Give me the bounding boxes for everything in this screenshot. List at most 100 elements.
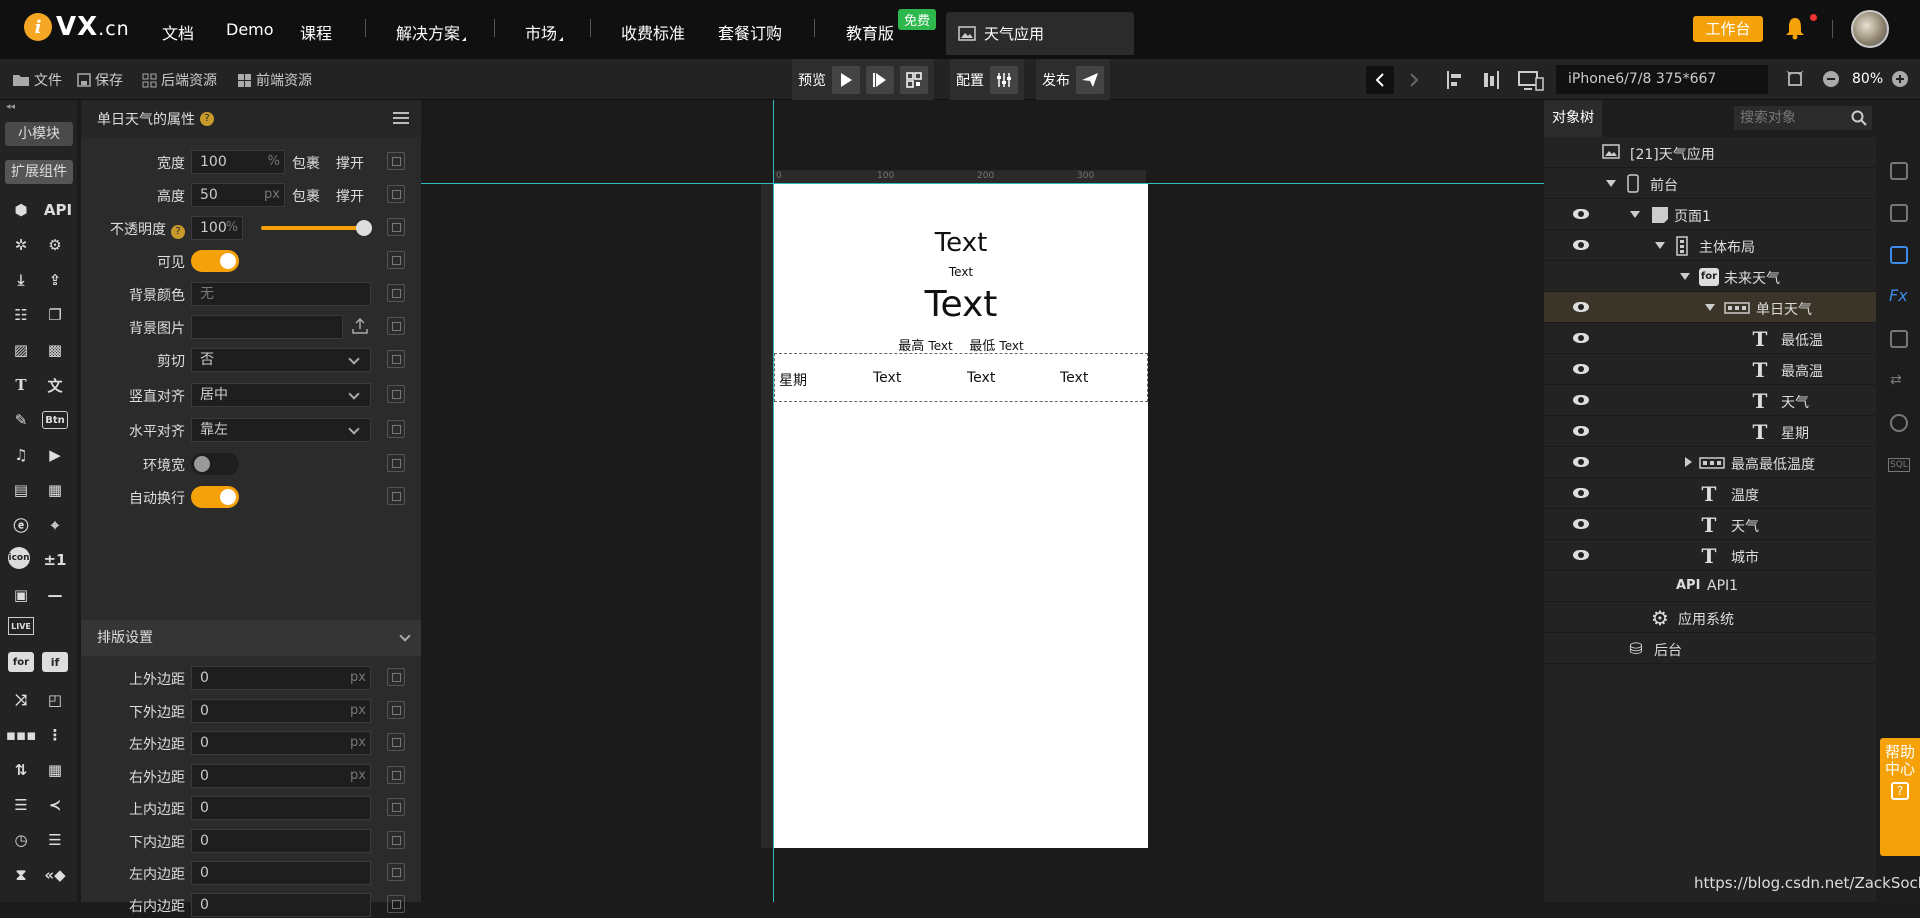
copy-icon[interactable] <box>387 863 405 881</box>
stretch-option[interactable]: 撑开 <box>336 186 364 206</box>
map-pin-icon[interactable]: ⌖ <box>42 512 68 538</box>
zoom-in-icon[interactable] <box>1891 70 1909 88</box>
autowrap-toggle[interactable] <box>191 486 239 508</box>
for-loop-icon[interactable]: for <box>8 652 34 672</box>
tree-node[interactable]: [21]天气应用 <box>1544 137 1876 168</box>
logo[interactable]: i VX.cn <box>24 12 130 42</box>
tab-small-modules[interactable]: 小模块 <box>5 122 73 146</box>
align-left-icon[interactable] <box>1446 70 1466 90</box>
gear-icon[interactable]: ⚙ <box>42 232 68 258</box>
copy-icon[interactable] <box>387 454 405 472</box>
nav-market[interactable]: 市场 <box>525 20 564 44</box>
stretch-option[interactable]: 撑开 <box>336 153 364 173</box>
copy-icon[interactable] <box>387 831 405 849</box>
refresh-icon[interactable] <box>1890 414 1908 432</box>
selected-day-weather[interactable]: 星期 Text Text Text <box>774 353 1148 402</box>
align-vertical-icon[interactable] <box>1480 70 1500 90</box>
copy-icon[interactable] <box>387 218 405 236</box>
form-icon[interactable]: ☷ <box>8 302 34 328</box>
chat-icon[interactable] <box>1890 204 1908 222</box>
row-layout-icon[interactable]: ▪▪▪ <box>6 722 37 748</box>
copy-icon[interactable] <box>387 766 405 784</box>
video-icon[interactable]: ▶ <box>42 442 68 468</box>
save-button[interactable]: 保存 <box>77 70 123 90</box>
sort-icon[interactable]: ⇅ <box>8 757 34 783</box>
prev-button[interactable] <box>1366 66 1394 94</box>
bgimage-input[interactable] <box>191 315 343 339</box>
copy-icon[interactable] <box>387 895 405 913</box>
tree-node[interactable]: 前台 <box>1544 168 1876 199</box>
width-input[interactable]: 100% <box>191 150 285 174</box>
tree-node[interactable]: T 最高温 <box>1544 354 1876 385</box>
copy-icon[interactable] <box>387 487 405 505</box>
tab-object-tree[interactable]: 对象树 <box>1544 100 1602 137</box>
share-icon[interactable]: ≺ <box>42 792 68 818</box>
temperature-text[interactable]: Text <box>774 284 1148 325</box>
upload-icon[interactable]: ⇪ <box>42 267 68 293</box>
slider-handle[interactable] <box>356 220 372 236</box>
hourglass-icon[interactable]: ⧗ <box>8 862 34 888</box>
nav-pricing[interactable]: 收费标准 <box>621 20 685 44</box>
tree-list-icon[interactable]: ☰ <box>8 792 34 818</box>
copy-page-icon[interactable] <box>1890 330 1908 348</box>
copy-icon[interactable] <box>387 798 405 816</box>
workbench-button[interactable]: 工作台 <box>1693 16 1763 42</box>
bgcolor-input[interactable]: 无 <box>191 282 371 306</box>
design-canvas[interactable]: 0 100 200 300 Text Text Text 最高 Text 最低 … <box>421 100 1544 902</box>
download-icon[interactable]: ⤓ <box>8 267 34 293</box>
preview-text[interactable]: Text <box>774 265 1148 279</box>
sql-icon[interactable]: SQL <box>1888 458 1910 472</box>
tree-node[interactable]: for 未来天气 <box>1544 261 1876 292</box>
copy-icon[interactable] <box>387 420 405 438</box>
device-select[interactable]: iPhone6/7/8 375*667 <box>1556 65 1768 94</box>
play-outline-button[interactable] <box>866 65 894 94</box>
copy-icon[interactable] <box>387 385 405 403</box>
function-icon[interactable]: Fx <box>1889 286 1908 305</box>
tree-node[interactable]: 页面1 <box>1544 199 1876 230</box>
app-tab[interactable]: 天气应用 <box>946 12 1134 55</box>
nav-demo[interactable]: Demo <box>226 20 274 39</box>
config-button[interactable] <box>990 65 1018 94</box>
search-icon[interactable] <box>1851 110 1867 126</box>
tree-node-selected[interactable]: 单日天气 <box>1544 292 1876 323</box>
message-icon[interactable] <box>1890 246 1908 264</box>
live-icon[interactable]: LIVE <box>8 617 34 635</box>
translate-icon[interactable]: 文 <box>42 372 68 398</box>
if-icon[interactable]: if <box>42 652 68 672</box>
button-icon[interactable]: Btn <box>42 411 68 429</box>
settings-sliders-icon[interactable]: ☰ <box>42 827 68 853</box>
collapse-icon[interactable]: ◂◂ <box>6 102 15 112</box>
visible-toggle[interactable] <box>191 250 239 272</box>
calendar-icon[interactable]: ▦ <box>42 477 68 503</box>
avatar[interactable] <box>1851 10 1889 48</box>
wrap-option[interactable]: 包裹 <box>292 186 320 206</box>
clip-select[interactable]: 否 <box>191 348 371 372</box>
swap-icon[interactable]: ⇄ <box>1890 372 1908 390</box>
music-icon[interactable]: ♫ <box>8 442 34 468</box>
info-icon[interactable] <box>1890 162 1908 180</box>
qrcode-component-icon[interactable]: ▣ <box>8 582 34 608</box>
layout-section-header[interactable]: 排版设置 <box>81 620 421 656</box>
wrap-option[interactable]: 包裹 <box>292 153 320 173</box>
publish-button[interactable] <box>1076 65 1104 94</box>
nav-solutions[interactable]: 解决方案 <box>396 20 467 44</box>
tree-node[interactable]: T 星期 <box>1544 416 1876 447</box>
edit-icon[interactable]: ✎ <box>8 407 34 433</box>
plus-minus-icon[interactable]: ±1 <box>42 547 68 573</box>
preview-text[interactable]: Text <box>774 228 1148 258</box>
phone-preview[interactable]: Text Text Text 最高 Text 最低 Text 星期 Text T… <box>774 183 1148 848</box>
tree-node[interactable]: T 天气 <box>1544 509 1876 540</box>
clock-icon[interactable]: ◷ <box>8 827 34 853</box>
text-icon[interactable]: T <box>8 372 34 398</box>
copy-icon[interactable] <box>387 284 405 302</box>
hi-lo-row[interactable]: 最高 Text 最低 Text <box>774 335 1148 354</box>
tree-node[interactable]: ⚙ 应用系统 <box>1544 602 1876 633</box>
copy-icon[interactable] <box>387 185 405 203</box>
icon-component-icon[interactable]: icon <box>8 547 30 569</box>
copy-icon[interactable] <box>387 668 405 686</box>
code-icon[interactable]: «◆ <box>42 862 68 888</box>
tree-node[interactable]: T 温度 <box>1544 478 1876 509</box>
nav-docs[interactable]: 文档 <box>162 20 194 44</box>
qrcode-button[interactable] <box>900 65 928 94</box>
opacity-input[interactable]: 100% <box>191 216 243 240</box>
